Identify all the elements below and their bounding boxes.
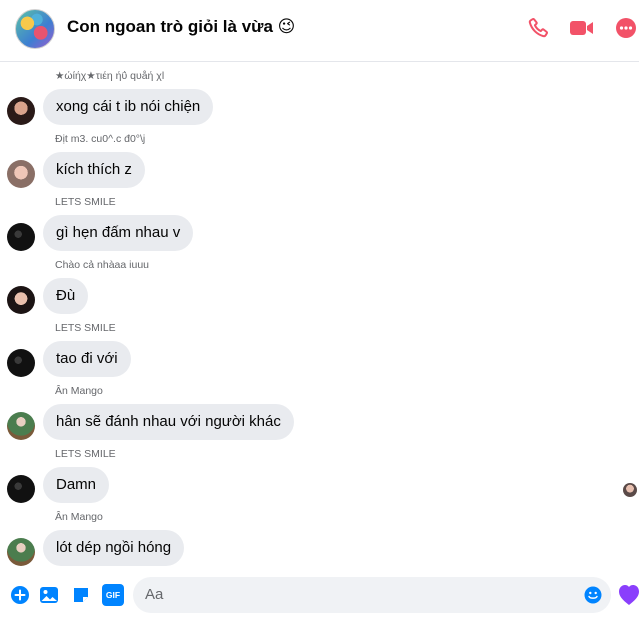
message-bubble[interactable]: xong cái t ib nói chiện xyxy=(43,89,214,125)
sender-name: LETS SMILE xyxy=(55,196,116,208)
conversation-title[interactable]: Con ngoan trò giỏi là vừa 😉 xyxy=(67,17,295,37)
message-bubble[interactable]: Damn xyxy=(43,467,110,503)
sender-name: Ân Mango xyxy=(55,511,103,523)
sender-avatar[interactable] xyxy=(7,475,35,503)
message-group: ★ώίήχ★τιέη ήΰ qυåή χl xong cái t ib nói … xyxy=(0,70,620,130)
chat-header: Con ngoan trò giỏi là vừa 😉 xyxy=(0,0,639,62)
sender-avatar[interactable] xyxy=(7,160,35,188)
phone-icon[interactable] xyxy=(526,16,550,40)
sender-name: ★ώίήχ★τιέη ήΰ qυåή χl xyxy=(55,70,165,82)
message-bubble[interactable]: lót dép ngồi hóng xyxy=(43,530,185,566)
purple-heart-icon[interactable] xyxy=(619,582,639,608)
message-bubble[interactable]: gì hẹn đấm nhau v xyxy=(43,215,194,251)
sticker-icon[interactable] xyxy=(70,584,92,606)
sender-avatar[interactable] xyxy=(7,97,35,125)
sender-avatar[interactable] xyxy=(7,223,35,251)
message-group: Chào cả nhàaa iuuu Đù xyxy=(0,259,620,319)
sender-avatar[interactable] xyxy=(7,286,35,314)
seen-receipt-avatar xyxy=(623,483,637,497)
message-bubble[interactable]: tao đi với xyxy=(43,341,131,377)
message-group: Địt m3. cu0^.c đ0°\j kích thích z xyxy=(0,133,620,193)
message-group: LETS SMILE gì hẹn đấm nhau v xyxy=(0,196,620,256)
message-bubble[interactable]: hân sẽ đánh nhau với người khác xyxy=(43,404,294,440)
message-group: Ân Mango hân sẽ đánh nhau với người khác xyxy=(0,385,620,445)
more-options-icon[interactable] xyxy=(614,16,638,40)
message-group: LETS SMILE tao đi với xyxy=(0,322,620,382)
group-avatar[interactable] xyxy=(15,9,55,49)
message-group: LETS SMILE Damn xyxy=(0,448,620,508)
plus-circle-icon[interactable] xyxy=(9,584,31,606)
sender-name: LETS SMILE xyxy=(55,322,116,334)
photo-icon[interactable] xyxy=(38,584,60,606)
sender-avatar[interactable] xyxy=(7,412,35,440)
sender-avatar[interactable] xyxy=(7,349,35,377)
sender-avatar[interactable] xyxy=(7,538,35,566)
message-bubble[interactable]: Đù xyxy=(43,278,89,314)
video-camera-icon[interactable] xyxy=(569,16,595,40)
message-input[interactable]: Aa xyxy=(133,577,611,613)
gif-button[interactable]: GIF xyxy=(102,584,124,606)
sender-name: Chào cả nhàaa iuuu xyxy=(55,259,149,271)
message-group: Ân Mango lót dép ngồi hóng xyxy=(0,511,620,571)
sender-name: Ân Mango xyxy=(55,385,103,397)
message-composer: GIF Aa xyxy=(0,574,639,620)
message-list[interactable]: ★ώίήχ★τιέη ήΰ qυåή χl xong cái t ib nói … xyxy=(0,63,639,573)
sender-name: LETS SMILE xyxy=(55,448,116,460)
sender-name: Địt m3. cu0^.c đ0°\j xyxy=(55,133,146,145)
emoji-icon[interactable] xyxy=(584,586,602,604)
message-bubble[interactable]: kích thích z xyxy=(43,152,145,188)
